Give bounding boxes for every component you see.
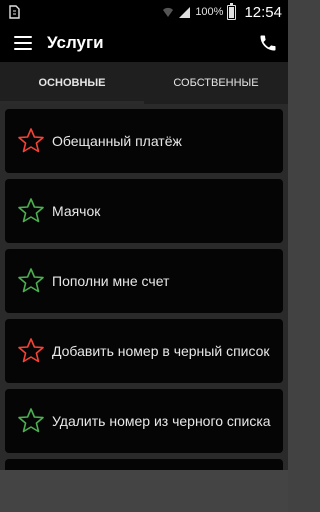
service-item[interactable]: Удалить номер из черного списка (5, 389, 283, 453)
service-item[interactable]: Пополни мне счет (5, 249, 283, 313)
service-item[interactable]: Маячок (5, 179, 283, 243)
tab-basic[interactable]: ОСНОВНЫЕ (0, 62, 144, 104)
star-outline-icon[interactable] (17, 407, 45, 435)
phone-icon[interactable] (258, 33, 278, 53)
menu-icon[interactable] (14, 36, 32, 50)
clock: 12:54 (244, 3, 282, 21)
bottom-panel (0, 470, 288, 512)
app-bar: Услуги (0, 24, 288, 62)
star-outline-icon[interactable] (17, 127, 45, 155)
service-label: Пополни мне счет (52, 272, 170, 289)
star-outline-icon[interactable] (17, 337, 45, 365)
service-label: Добавить номер в черный список (52, 342, 270, 359)
wifi-icon (163, 7, 174, 17)
service-label: Удалить номер из черного списка (52, 412, 271, 429)
page-title: Услуги (47, 33, 104, 52)
star-outline-icon[interactable] (17, 267, 45, 295)
battery-percent: 100% (195, 6, 224, 18)
tab-bar: ОСНОВНЫЕ СОБСТВЕННЫЕ (0, 62, 288, 104)
star-outline-icon[interactable] (17, 197, 45, 225)
battery-icon (227, 2, 237, 20)
service-item[interactable]: Обещанный платёж (5, 109, 283, 173)
signal-icon (179, 6, 191, 18)
status-bar: 100% 12:54 (0, 0, 288, 24)
service-label: Маячок (52, 202, 101, 219)
services-list[interactable]: Обещанный платёж Маячок Пополни мне счет… (0, 104, 288, 470)
sim-card-icon (9, 5, 20, 19)
service-label: Обещанный платёж (52, 132, 182, 149)
service-item[interactable]: Добавить номер в черный список (5, 319, 283, 383)
tab-own[interactable]: СОБСТВЕННЫЕ (144, 62, 288, 104)
service-item[interactable] (5, 459, 283, 470)
